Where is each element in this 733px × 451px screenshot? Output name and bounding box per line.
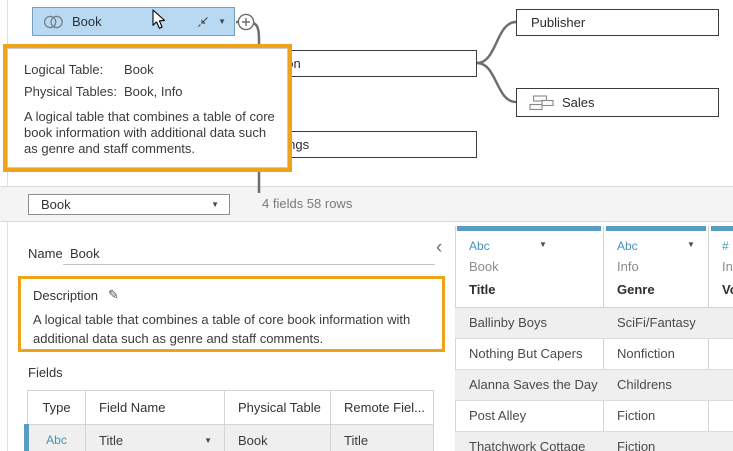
field-row-title[interactable]: Abc Title ▼ Book Title: [28, 425, 433, 451]
cell-title: Alanna Saves the Day: [455, 370, 603, 400]
collapse-table-icon[interactable]: [197, 16, 209, 28]
table-details-tooltip: Logical Table: Book Physical Tables: Boo…: [3, 44, 292, 172]
name-input[interactable]: Book: [70, 246, 100, 261]
node-label: Sales: [562, 95, 595, 110]
physical-tables-label: Physical Tables:: [24, 84, 124, 99]
col-header-remote-field: Remote Fiel...: [331, 391, 433, 424]
node-label: Publisher: [531, 15, 585, 30]
cell-volume: [708, 432, 733, 451]
venn-relationship-icon: [43, 14, 64, 30]
field-type-icon: Abc: [469, 239, 490, 253]
edit-pencil-icon[interactable]: ✎: [108, 287, 119, 303]
grid-column-header-genre[interactable]: Abc ▼ Info Genre: [603, 231, 708, 307]
cell-volume: [708, 339, 733, 369]
column-table-name: Info: [617, 259, 639, 274]
description-label: Description: [33, 288, 98, 303]
cell-genre: SciFi/Fantasy: [603, 308, 708, 338]
node-menu-caret-icon[interactable]: ▼: [218, 17, 226, 26]
cell-title: Thatchwork Cottage: [455, 432, 603, 451]
cell-volume: [708, 308, 733, 338]
field-type-abc: Abc: [28, 425, 86, 451]
grid-row[interactable]: Ballinby Boys SciFi/Fantasy: [455, 308, 733, 339]
field-type-icon: Abc: [617, 239, 638, 253]
cell-genre: Childrens: [603, 370, 708, 400]
grid-column-header-volume[interactable]: # Info Vol: [708, 231, 733, 307]
logical-table-label: Logical Table:: [24, 62, 124, 77]
selected-row-indicator: [24, 424, 29, 451]
field-menu-caret-icon[interactable]: ▼: [204, 436, 212, 445]
fields-section-label: Fields: [28, 365, 63, 380]
cell-title: Nothing But Capers: [455, 339, 603, 369]
physical-tables-value: Book, Info: [124, 84, 183, 99]
grid-row[interactable]: Alanna Saves the Day Childrens: [455, 370, 733, 401]
logical-table-node-book[interactable]: Book ▼: [32, 7, 235, 36]
node-label: Book: [72, 14, 197, 29]
tooltip-description: A logical table that combines a table of…: [24, 109, 278, 157]
fields-table: Type Field Name Physical Table Remote Fi…: [27, 390, 434, 451]
mouse-cursor: [152, 9, 168, 30]
logical-table-node-publisher[interactable]: Publisher: [516, 9, 719, 36]
cell-volume: [708, 370, 733, 400]
column-field-name: Vol: [722, 282, 733, 297]
cell-genre: Fiction: [603, 401, 708, 431]
data-preview-grid: Abc ▼ Book Title Abc ▼ Info Genre # Info…: [455, 226, 733, 451]
add-table-button[interactable]: [237, 13, 255, 31]
remote-field-value: Title: [331, 425, 433, 451]
field-type-icon: #: [722, 239, 729, 253]
cell-title: Ballinby Boys: [455, 308, 603, 338]
collapse-panel-chevron-icon[interactable]: ‹: [436, 238, 442, 257]
name-input-underline: [63, 264, 435, 265]
logical-table-node-sales[interactable]: Sales: [516, 88, 719, 117]
cell-genre: Fiction: [603, 432, 708, 451]
column-field-name: Title: [469, 282, 496, 297]
column-table-name: Info: [722, 259, 733, 274]
cell-genre: Nonfiction: [603, 339, 708, 369]
description-text: A logical table that combines a table of…: [33, 310, 433, 348]
name-label: Name: [28, 246, 63, 261]
fields-table-header: Type Field Name Physical Table Remote Fi…: [28, 391, 433, 425]
chevron-down-icon: ▼: [211, 200, 219, 209]
col-header-type: Type: [28, 391, 86, 424]
field-name-value: Title: [99, 433, 123, 448]
column-menu-caret-icon[interactable]: ▼: [539, 240, 547, 249]
tableau-data-source-window: Book ▼ Edition Ratings Publisher: [0, 0, 733, 451]
grid-row[interactable]: Thatchwork Cottage Fiction: [455, 432, 733, 451]
column-menu-caret-icon[interactable]: ▼: [687, 240, 695, 249]
column-table-name: Book: [469, 259, 499, 274]
cell-title: Post Alley: [455, 401, 603, 431]
grid-row[interactable]: Nothing But Capers Nonfiction: [455, 339, 733, 370]
column-field-name: Genre: [617, 282, 655, 297]
description-highlight-box: Description ✎ A logical table that combi…: [18, 276, 445, 352]
grid-row[interactable]: Post Alley Fiction: [455, 401, 733, 432]
grid-column-header-title[interactable]: Abc ▼ Book Title: [455, 231, 603, 307]
cell-volume: [708, 401, 733, 431]
physical-table-value: Book: [225, 425, 331, 451]
col-header-field-name: Field Name: [86, 391, 225, 424]
logical-table-value: Book: [124, 62, 154, 77]
union-table-icon: [529, 95, 554, 111]
col-header-physical-table: Physical Table: [225, 391, 331, 424]
